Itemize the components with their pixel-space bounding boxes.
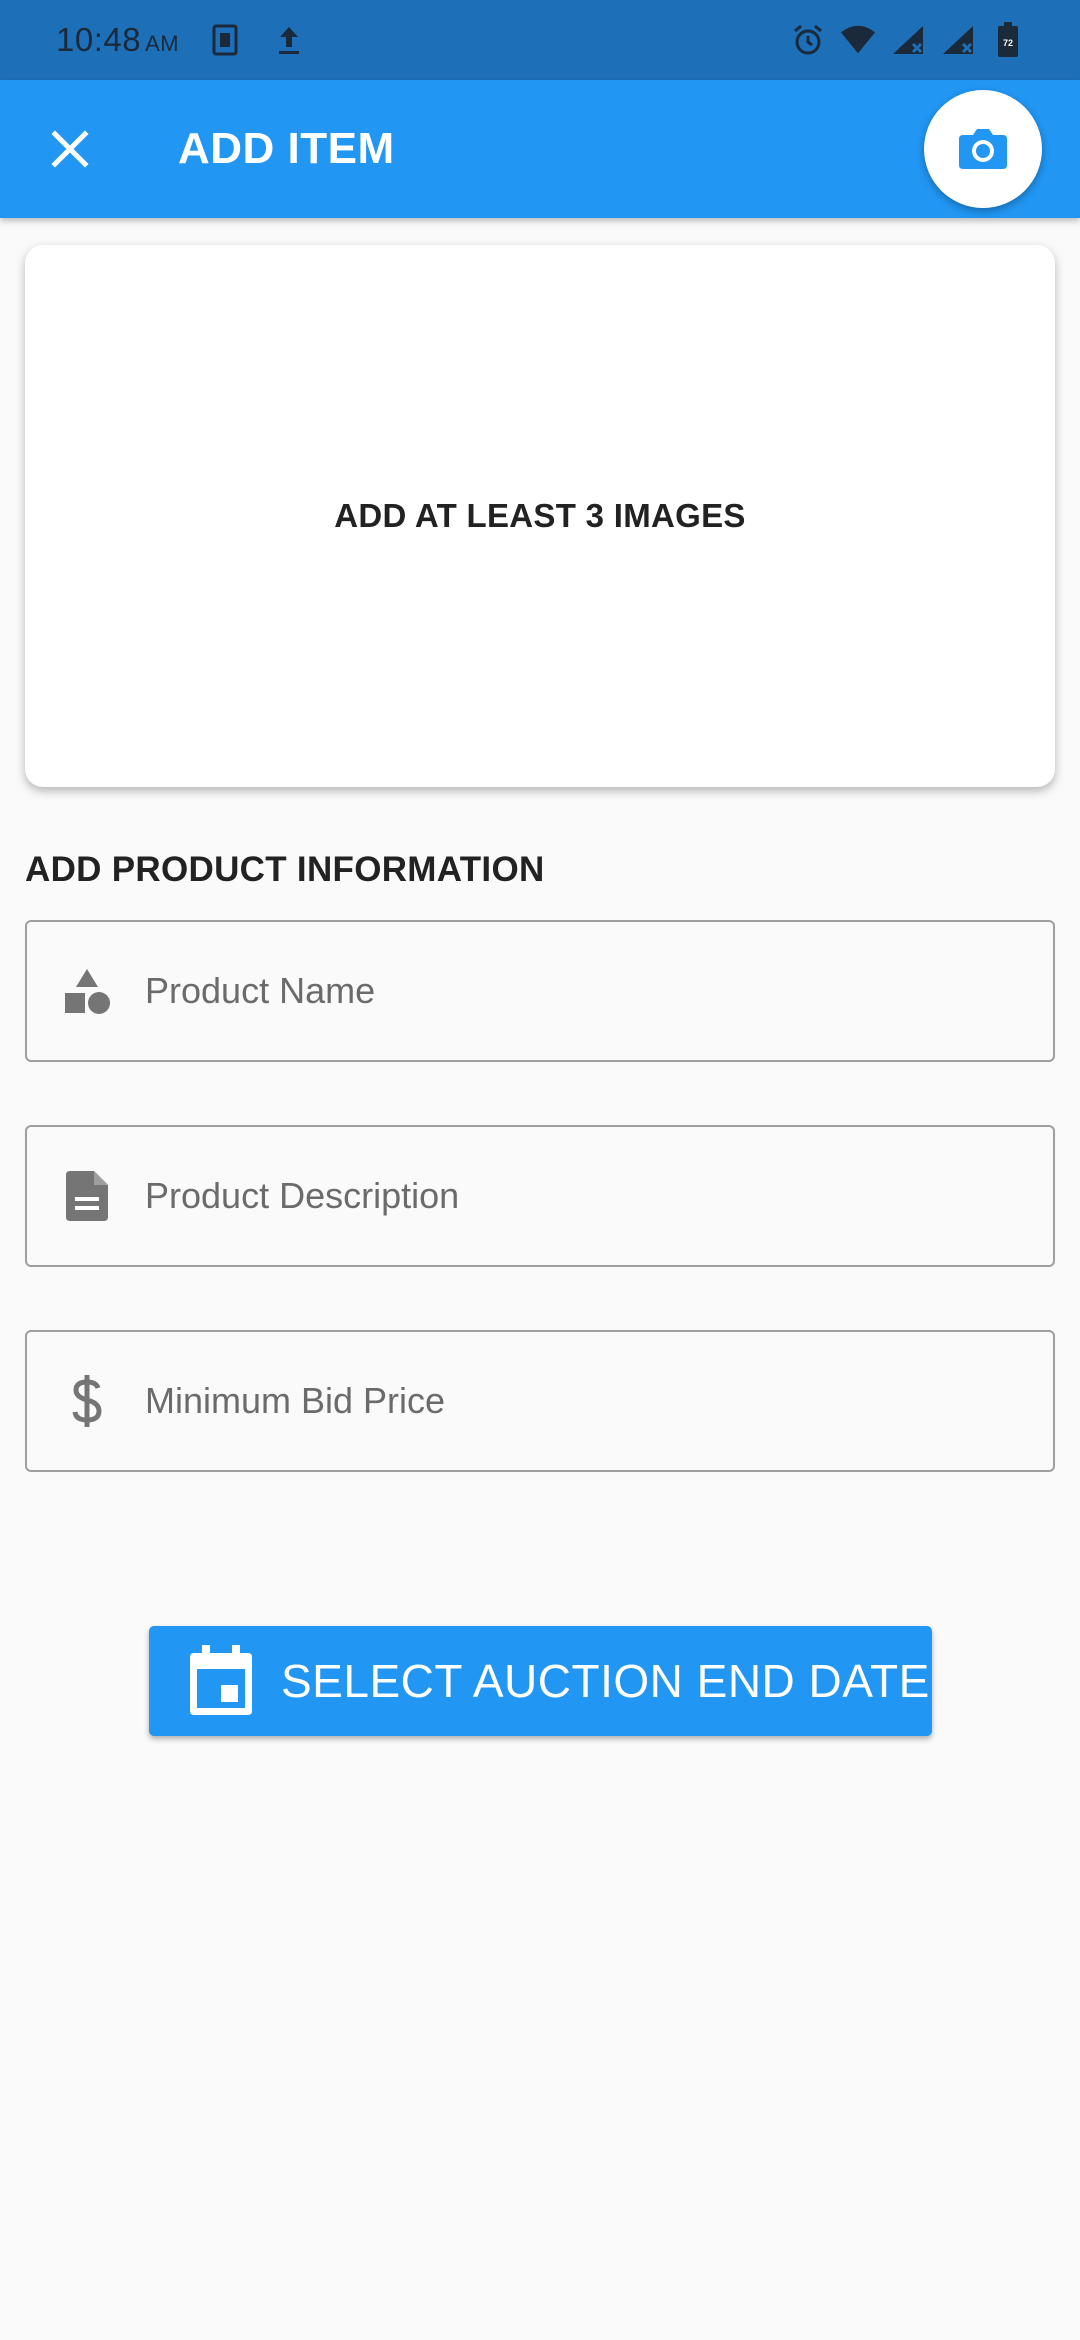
status-right: 72 [790, 22, 1026, 58]
category-shapes-icon [57, 961, 117, 1021]
add-images-label: ADD AT LEAST 3 IMAGES [334, 497, 746, 534]
calendar-icon [187, 1645, 255, 1717]
app-bar: ADD ITEM [0, 80, 1080, 218]
document-icon [57, 1166, 117, 1226]
product-description-field[interactable]: Product Description [25, 1125, 1055, 1267]
wifi-icon [840, 22, 876, 58]
minimum-bid-price-field[interactable]: Minimum Bid Price [25, 1330, 1055, 1472]
upload-icon [271, 22, 307, 58]
section-title: ADD PRODUCT INFORMATION [25, 850, 545, 889]
select-auction-end-date-label: SELECT AUCTION END DATE [281, 1655, 930, 1707]
battery-level: 72 [1003, 38, 1013, 48]
status-bar: 10:48 AM 72 [0, 0, 1080, 80]
status-time-ampm: AM [145, 31, 180, 56]
product-description-placeholder: Product Description [145, 1175, 460, 1216]
close-icon [51, 130, 89, 168]
sim-card-icon [207, 22, 243, 58]
select-auction-end-date-button[interactable]: SELECT AUCTION END DATE [149, 1626, 932, 1736]
alarm-icon [790, 22, 826, 58]
product-name-placeholder: Product Name [145, 970, 376, 1011]
battery-icon: 72 [990, 22, 1026, 58]
dollar-icon [57, 1371, 117, 1431]
camera-icon [959, 129, 1007, 169]
signal-icon [890, 22, 926, 58]
status-left: 10:48 AM [56, 21, 307, 59]
close-button[interactable] [36, 115, 104, 183]
signal-icon-2 [940, 22, 976, 58]
status-time-value: 10:48 [56, 21, 142, 58]
product-name-field[interactable]: Product Name [25, 920, 1055, 1062]
page-title: ADD ITEM [178, 124, 395, 173]
add-images-card[interactable]: ADD AT LEAST 3 IMAGES [25, 245, 1055, 787]
minimum-bid-price-placeholder: Minimum Bid Price [145, 1380, 446, 1421]
camera-button[interactable] [924, 90, 1042, 208]
status-time: 10:48 AM [56, 21, 179, 59]
